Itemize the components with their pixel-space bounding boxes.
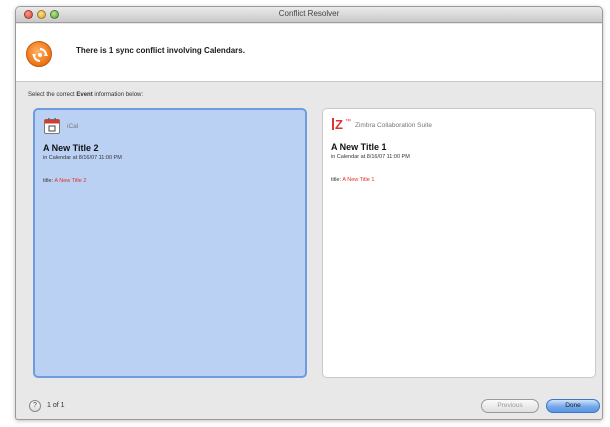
instruction-prefix: Select the correct xyxy=(28,92,77,98)
option-app-name: Zimbra Collaboration Suite xyxy=(355,122,432,129)
option-app-name: iCal xyxy=(67,123,79,130)
conflict-header: There is 1 sync conflict involving Calen… xyxy=(16,24,602,82)
page-count: 1 of 1 xyxy=(47,402,65,409)
conflict-resolver-window: Conflict Resolver There is 1 sync confli… xyxy=(15,6,603,420)
sync-icon xyxy=(26,41,52,67)
event-field: title: A New Title 1 xyxy=(331,177,374,183)
ical-calendar-icon xyxy=(44,118,60,139)
event-subtitle: in Calendar at 8/16/07 11:00 PM xyxy=(43,155,122,161)
instruction-suffix: information below: xyxy=(92,92,144,98)
instruction-text: Select the correct Event information bel… xyxy=(28,92,143,98)
svg-text:™: ™ xyxy=(345,118,351,125)
previous-button[interactable]: Previous xyxy=(481,399,539,413)
window-title: Conflict Resolver xyxy=(278,9,340,18)
event-subtitle: in Calendar at 8/16/07 11:00 PM xyxy=(331,154,410,160)
field-label: title: xyxy=(331,177,342,183)
option-panel-ical[interactable]: iCal A New Title 2 in Calendar at 8/16/0… xyxy=(33,108,307,378)
conflict-message: There is 1 sync conflict involving Calen… xyxy=(76,46,245,55)
field-value: A New Title 1 xyxy=(342,177,375,183)
field-label: title: xyxy=(43,178,54,184)
field-value: A New Title 2 xyxy=(54,178,87,184)
footer-bar: ? 1 of 1 Previous Done xyxy=(16,392,602,419)
zimbra-logo-icon: Z ™ xyxy=(332,117,352,136)
help-button[interactable]: ? xyxy=(29,400,41,412)
done-button[interactable]: Done xyxy=(546,399,600,413)
event-field: title: A New Title 2 xyxy=(43,178,86,184)
title-bar: Conflict Resolver xyxy=(16,7,602,23)
svg-text:Z: Z xyxy=(335,117,343,131)
event-title: A New Title 1 xyxy=(331,142,387,152)
instruction-emphasis: Event xyxy=(76,92,93,98)
event-title: A New Title 2 xyxy=(43,143,99,153)
option-panel-zimbra[interactable]: Z ™ Zimbra Collaboration Suite A New Tit… xyxy=(322,108,596,378)
